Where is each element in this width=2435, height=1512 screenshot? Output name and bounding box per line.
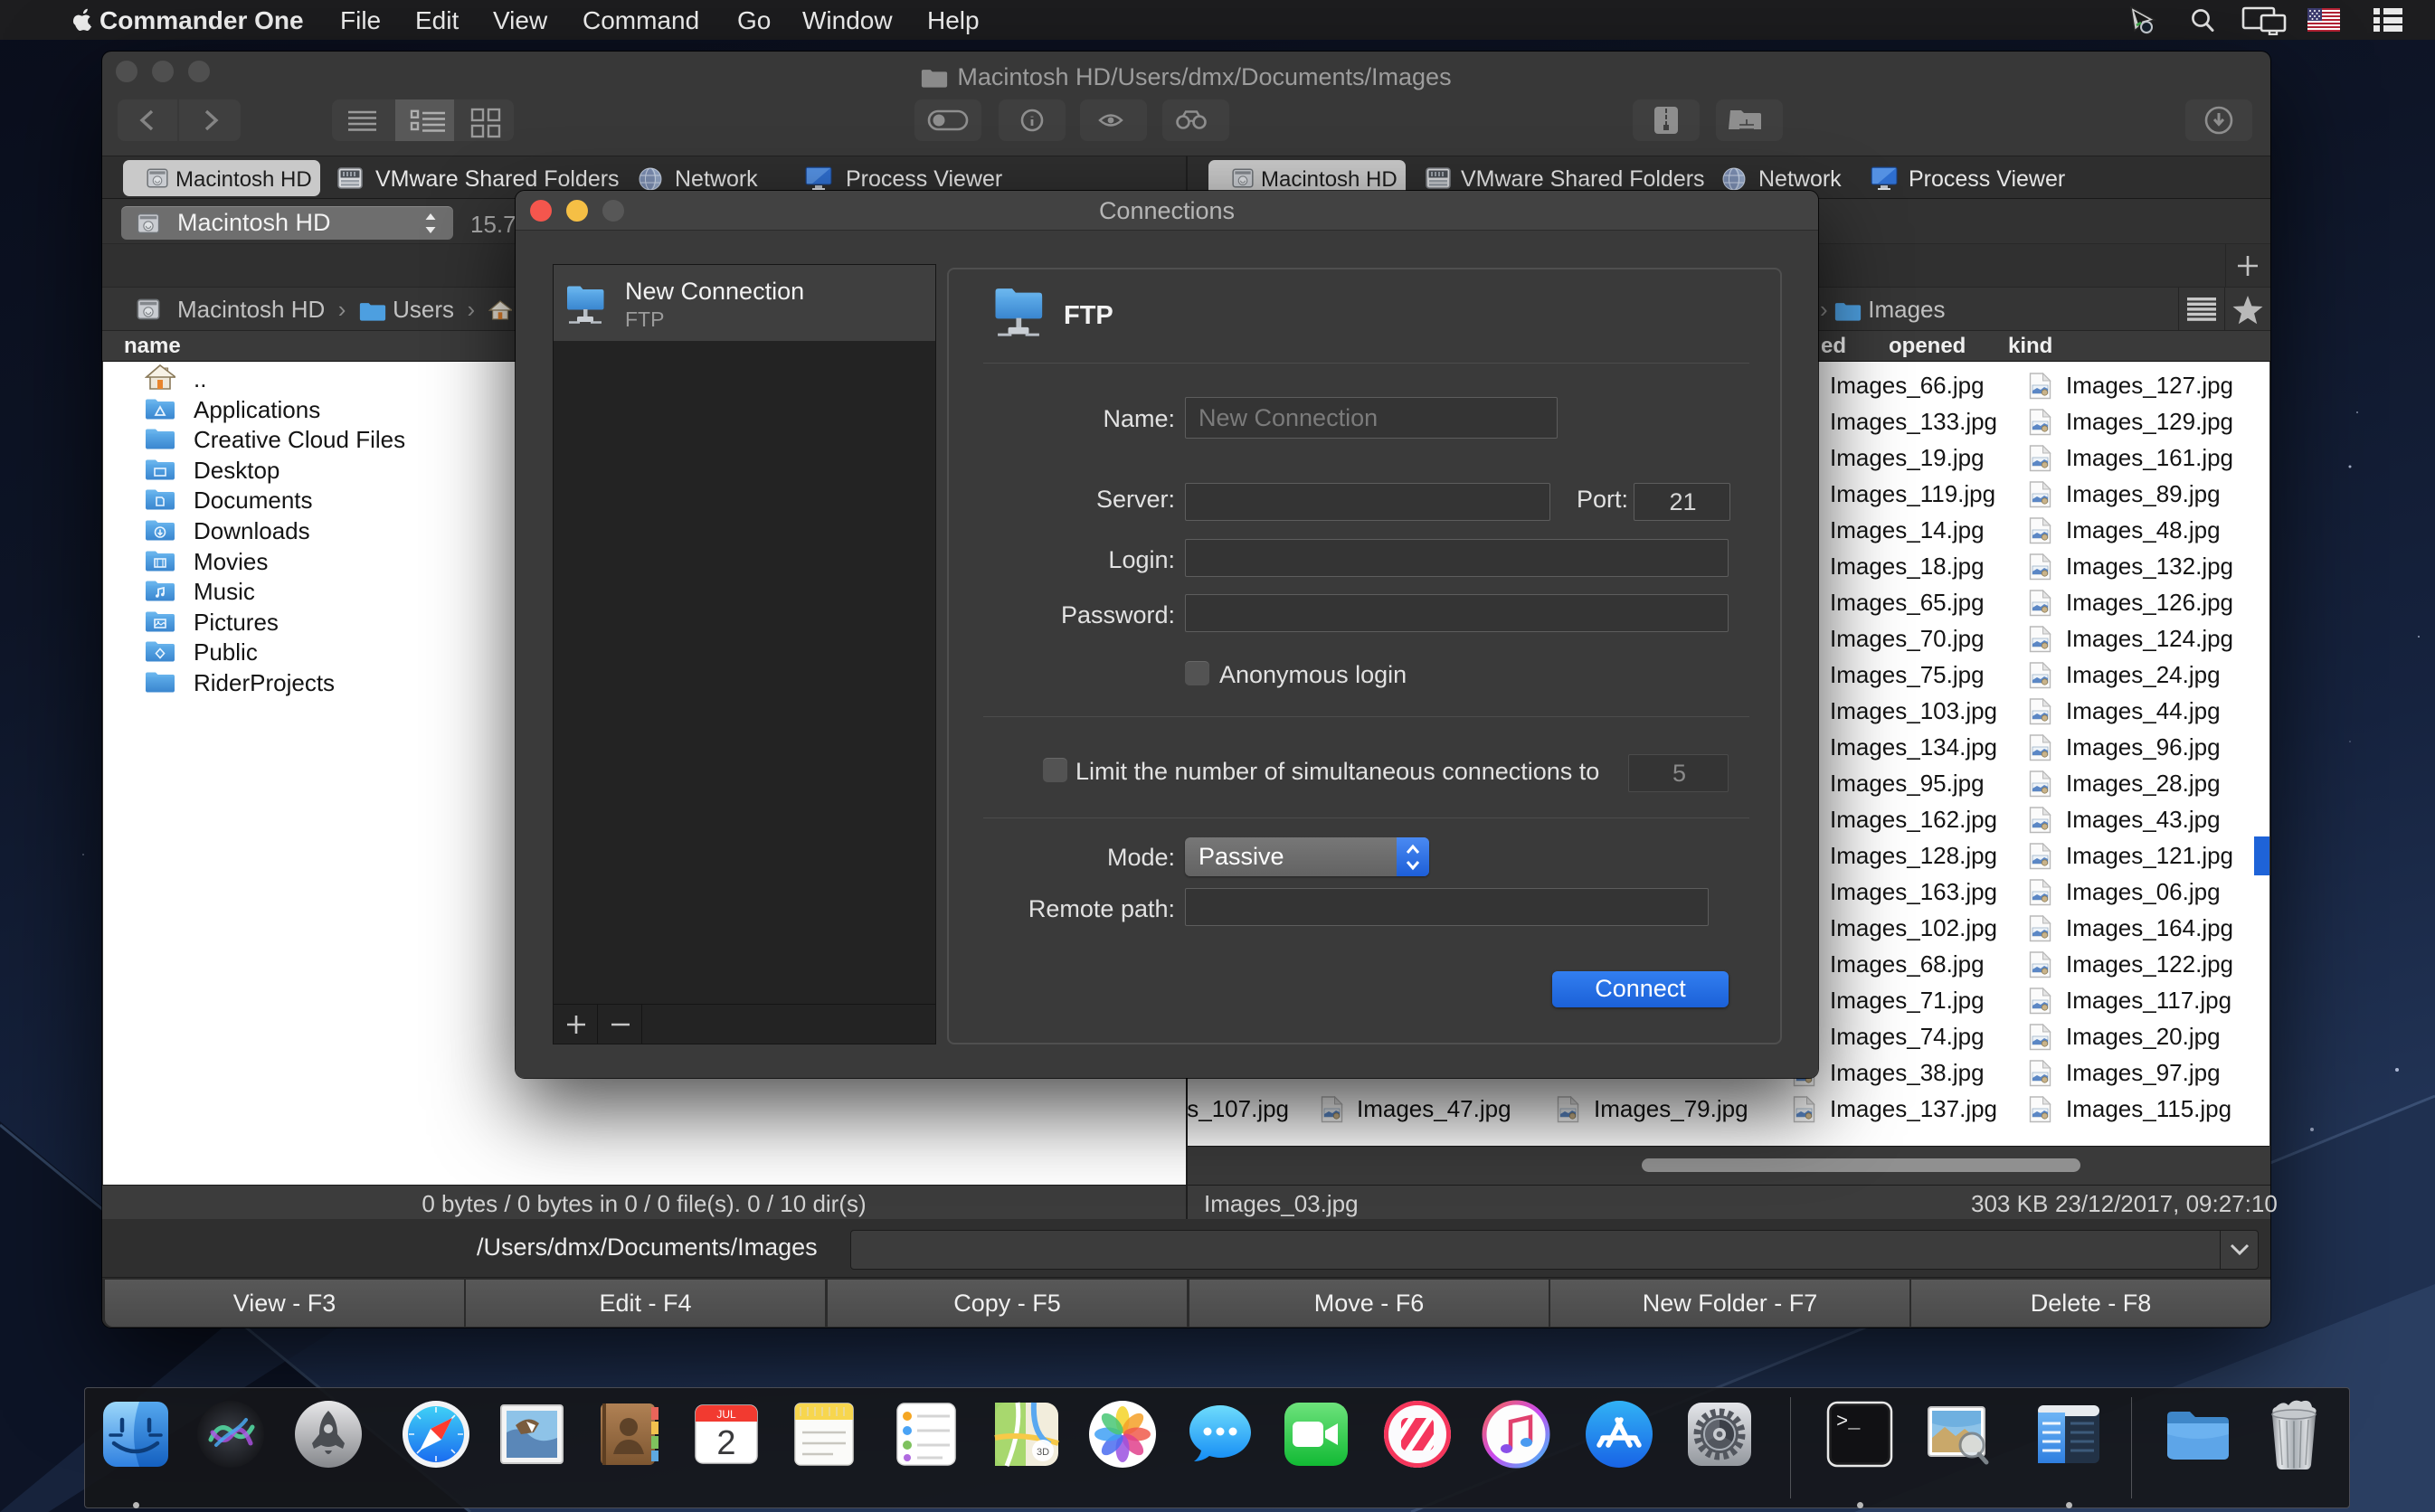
svg-text:JUL: JUL xyxy=(716,1408,736,1421)
svg-text:>_: >_ xyxy=(1836,1411,1861,1433)
svg-text:2: 2 xyxy=(716,1424,735,1462)
svg-text:3D: 3D xyxy=(1037,1447,1049,1458)
